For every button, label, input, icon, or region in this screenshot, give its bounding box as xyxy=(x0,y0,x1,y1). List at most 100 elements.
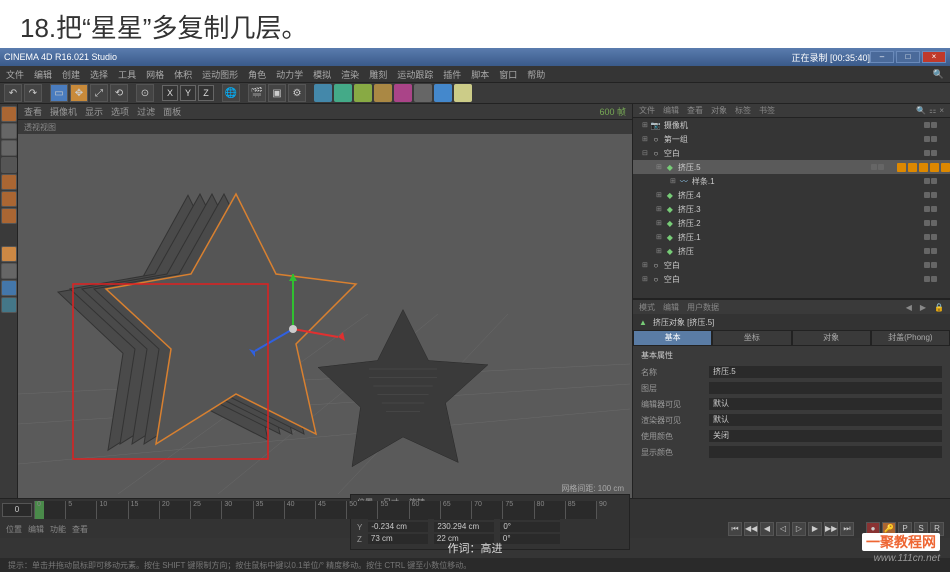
attr-tab-坐标[interactable]: 坐标 xyxy=(712,330,791,346)
attr-tab-基本[interactable]: 基本 xyxy=(633,330,712,346)
object-row-样条.1[interactable]: ⊞〰样条.1 xyxy=(633,174,950,188)
timeline[interactable]: 051015202530354045505560657075808590 xyxy=(0,498,950,520)
attr-field-value[interactable]: 关闭 xyxy=(709,430,942,442)
menu-脚本[interactable]: 脚本 xyxy=(471,68,489,81)
material-tab-查看[interactable]: 查看 xyxy=(72,524,88,535)
redo-button[interactable]: ↷ xyxy=(24,84,42,102)
minimize-button[interactable]: – xyxy=(870,51,894,63)
visibility-dots[interactable] xyxy=(924,192,937,198)
objmgr-menu-标签[interactable]: 标签 xyxy=(735,105,751,116)
rotate-tool[interactable]: ⟲ xyxy=(110,84,128,102)
coord-system-button[interactable]: 🌐 xyxy=(222,84,240,102)
deformer-button[interactable] xyxy=(394,84,412,102)
menu-选择[interactable]: 选择 xyxy=(90,68,108,81)
expand-toggle-icon[interactable]: ⊞ xyxy=(656,191,662,199)
attr-nav-back-icon[interactable]: ◀ xyxy=(906,303,912,312)
expand-toggle-icon[interactable]: ⊟ xyxy=(642,149,648,157)
edge-mode-button[interactable] xyxy=(1,191,17,207)
visibility-dots[interactable] xyxy=(924,262,937,268)
object-tag-icon[interactable] xyxy=(908,163,917,172)
soft-select-button[interactable] xyxy=(1,280,17,296)
menu-工具[interactable]: 工具 xyxy=(118,68,136,81)
viewmenu-查看[interactable]: 查看 xyxy=(24,105,42,118)
visibility-dots[interactable] xyxy=(924,150,937,156)
coord-size-input[interactable]: 230.294 cm xyxy=(434,522,494,532)
render-region-button[interactable]: ▣ xyxy=(268,84,286,102)
expand-toggle-icon[interactable]: ⊞ xyxy=(642,135,648,143)
menu-动力学[interactable]: 动力学 xyxy=(276,68,303,81)
object-tag-icon[interactable] xyxy=(941,163,950,172)
expand-toggle-icon[interactable]: ⊞ xyxy=(642,275,648,283)
object-row-摄像机[interactable]: ⊞📷摄像机 xyxy=(633,118,950,132)
camera-button[interactable] xyxy=(434,84,452,102)
workplane-button[interactable] xyxy=(1,157,17,173)
prev-key-button[interactable]: ◀◀ xyxy=(744,522,758,536)
viewmenu-过滤[interactable]: 过滤 xyxy=(137,105,155,118)
light-button[interactable] xyxy=(454,84,472,102)
visibility-dots[interactable] xyxy=(924,234,937,240)
attr-field-value[interactable]: 默认 xyxy=(709,414,942,426)
object-row-挤压.5[interactable]: ⊞◆挤压.5 xyxy=(633,160,950,174)
menu-窗口[interactable]: 窗口 xyxy=(499,68,517,81)
render-view-button[interactable]: 🎬 xyxy=(248,84,266,102)
next-frame-button[interactable]: ▶ xyxy=(808,522,822,536)
menu-渲染[interactable]: 渲染 xyxy=(341,68,359,81)
menu-创建[interactable]: 创建 xyxy=(62,68,80,81)
move-tool[interactable]: ✥ xyxy=(70,84,88,102)
object-row-空白[interactable]: ⊟○空白 xyxy=(633,146,950,160)
search-icon[interactable]: 🔍 xyxy=(933,69,944,80)
coord-pos-input[interactable]: -0.234 cm xyxy=(368,522,428,532)
object-row-空白[interactable]: ⊞○空白 xyxy=(633,272,950,286)
attr-menu-编辑[interactable]: 编辑 xyxy=(663,302,679,313)
tweak-button[interactable] xyxy=(1,297,17,313)
model-mode-button[interactable] xyxy=(1,123,17,139)
goto-end-button[interactable]: ⏭ xyxy=(840,522,854,536)
expand-toggle-icon[interactable]: ⊞ xyxy=(656,163,662,171)
object-tag-icon[interactable] xyxy=(897,163,906,172)
prev-frame-button[interactable]: ◀ xyxy=(760,522,774,536)
timeline-start-input[interactable] xyxy=(2,503,32,517)
visibility-dots[interactable] xyxy=(924,248,937,254)
timeline-ruler[interactable]: 051015202530354045505560657075808590 xyxy=(34,501,596,519)
menu-运动跟踪[interactable]: 运动跟踪 xyxy=(397,68,433,81)
maximize-button[interactable]: □ xyxy=(896,51,920,63)
visibility-dots[interactable] xyxy=(924,122,937,128)
visibility-dots[interactable] xyxy=(924,178,937,184)
object-row-空白[interactable]: ⊞○空白 xyxy=(633,258,950,272)
expand-toggle-icon[interactable]: ⊞ xyxy=(656,233,662,241)
attr-tab-封盖(Phong)[interactable]: 封盖(Phong) xyxy=(871,330,950,346)
attr-field-value[interactable]: 默认 xyxy=(709,398,942,410)
expand-toggle-icon[interactable]: ⊞ xyxy=(656,219,662,227)
polygon-mode-button[interactable] xyxy=(1,208,17,224)
undo-button[interactable]: ↶ xyxy=(4,84,22,102)
menu-插件[interactable]: 插件 xyxy=(443,68,461,81)
viewmenu-面板[interactable]: 面板 xyxy=(163,105,181,118)
visibility-dots[interactable] xyxy=(924,136,937,142)
attr-nav-fwd-icon[interactable]: ▶ xyxy=(920,303,926,312)
perspective-viewport[interactable]: 网格间距: 100 cm xyxy=(18,134,632,498)
menu-编辑[interactable]: 编辑 xyxy=(34,68,52,81)
object-row-挤压.1[interactable]: ⊞◆挤压.1 xyxy=(633,230,950,244)
attr-lock-icon[interactable]: 🔒 xyxy=(934,303,944,312)
select-tool[interactable]: ▭ xyxy=(50,84,68,102)
attr-menu-用户数据[interactable]: 用户数据 xyxy=(687,302,719,313)
object-row-挤压.4[interactable]: ⊞◆挤压.4 xyxy=(633,188,950,202)
axis-y-toggle[interactable]: Y xyxy=(180,85,196,101)
objmgr-menu-查看[interactable]: 查看 xyxy=(687,105,703,116)
cube-primitive-button[interactable] xyxy=(314,84,332,102)
texture-mode-button[interactable] xyxy=(1,140,17,156)
visibility-dots[interactable] xyxy=(924,276,937,282)
expand-toggle-icon[interactable]: ⊞ xyxy=(656,205,662,213)
objmgr-menu-文件[interactable]: 文件 xyxy=(639,105,655,116)
viewmenu-摄像机[interactable]: 摄像机 xyxy=(50,105,77,118)
close-button[interactable]: × xyxy=(922,51,946,63)
spline-button[interactable] xyxy=(334,84,352,102)
expand-toggle-icon[interactable]: ⊞ xyxy=(670,177,676,185)
close-panel-icon[interactable]: × xyxy=(939,106,944,115)
objmgr-menu-书签[interactable]: 书签 xyxy=(759,105,775,116)
menu-文件[interactable]: 文件 xyxy=(6,68,24,81)
menu-帮助[interactable]: 帮助 xyxy=(527,68,545,81)
axis-z-toggle[interactable]: Z xyxy=(198,85,214,101)
coord-pos-input[interactable]: 73 cm xyxy=(368,534,428,544)
object-row-挤压.3[interactable]: ⊞◆挤压.3 xyxy=(633,202,950,216)
